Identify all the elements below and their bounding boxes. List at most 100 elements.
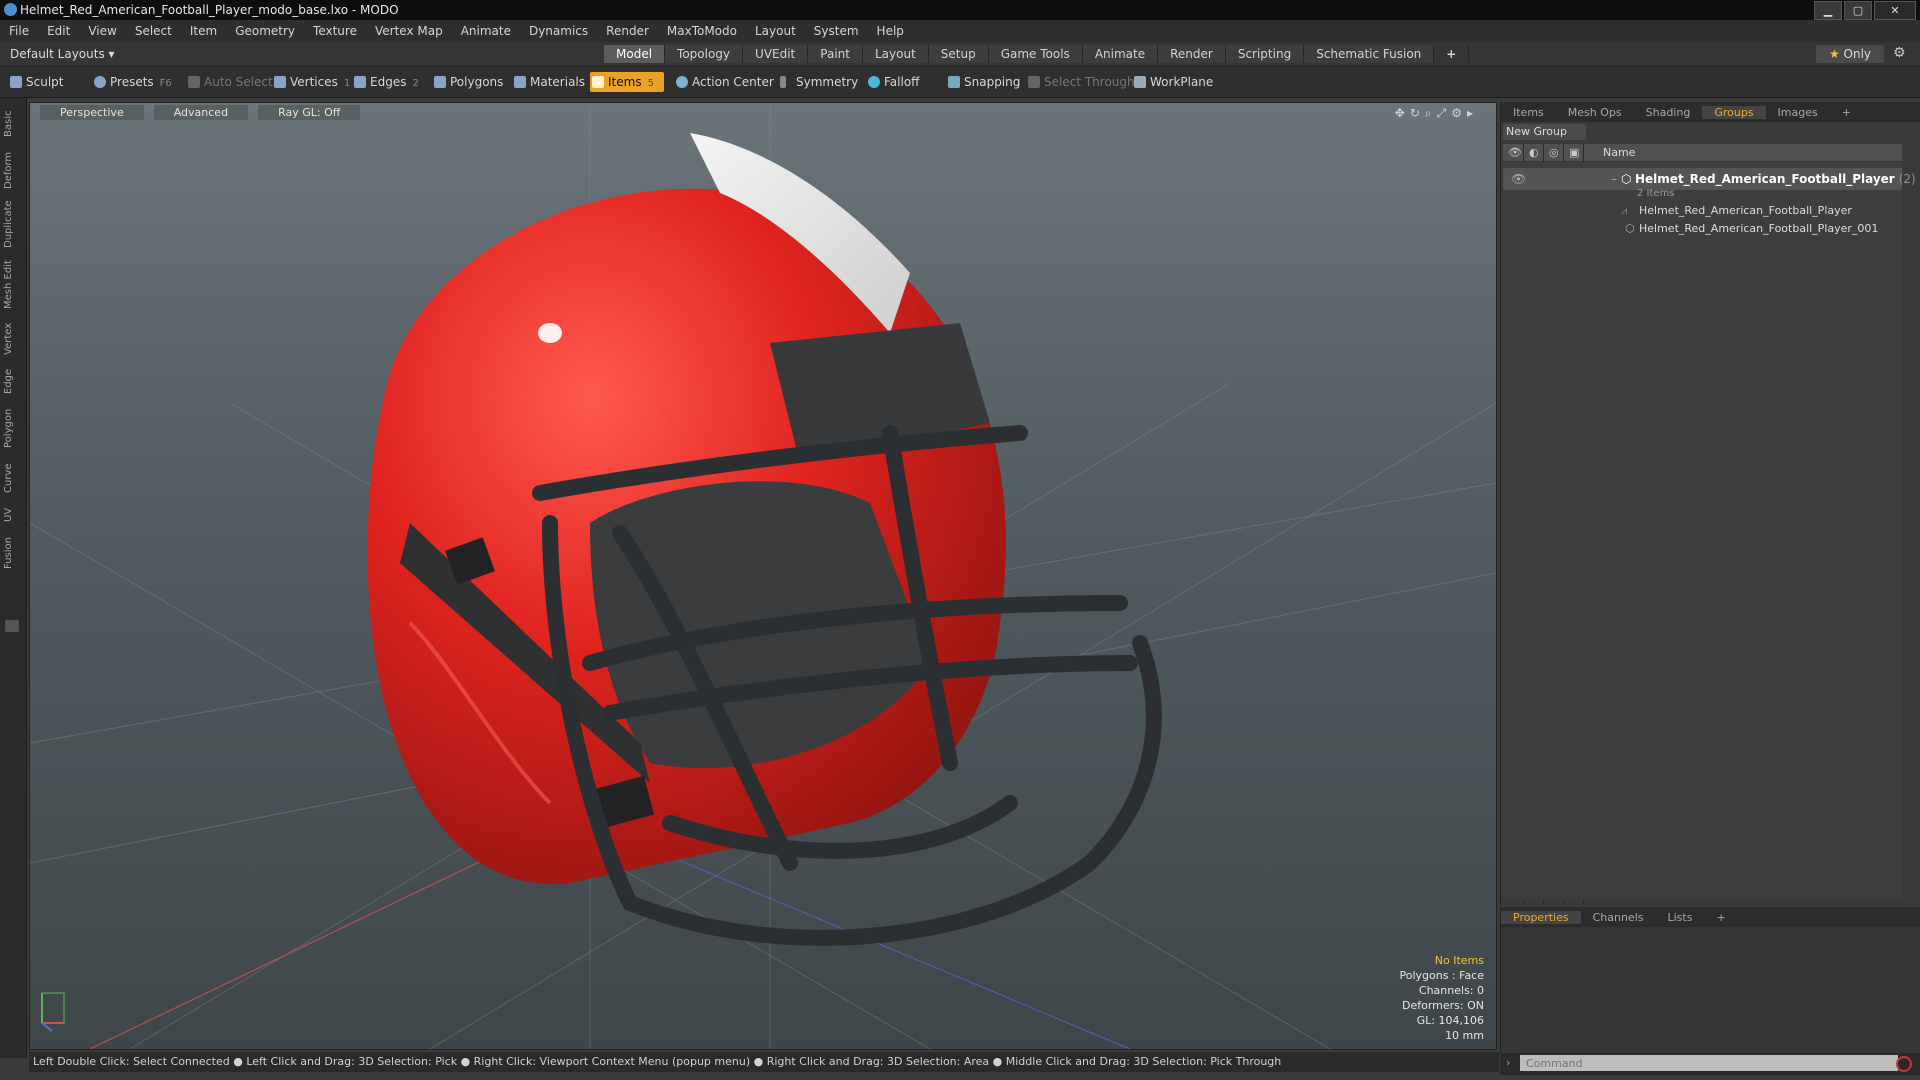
menu-item[interactable]: Item (181, 24, 226, 38)
default-layouts-dropdown[interactable]: Default Layouts ▾ (10, 47, 115, 61)
workplane-button[interactable]: WorkPlane (1132, 72, 1213, 92)
tab-lists[interactable]: Lists (1656, 911, 1705, 924)
menu-help[interactable]: Help (868, 24, 913, 38)
list-item[interactable]: ⬡ Helmet_Red_American_Football_Player_00… (1503, 220, 1902, 238)
tab-layout[interactable]: Layout (862, 45, 929, 63)
layout-tabs: Model Topology UVEdit Paint Layout Setup… (604, 45, 1470, 63)
tab-shading[interactable]: Shading (1634, 106, 1703, 119)
polygons-button[interactable]: Polygons (432, 72, 503, 92)
command-input[interactable] (1520, 1055, 1898, 1071)
lock-icon[interactable]: ◎ (1549, 146, 1559, 159)
menu-dynamics[interactable]: Dynamics (520, 24, 597, 38)
menu-system[interactable]: System (805, 24, 868, 38)
menu-geometry[interactable]: Geometry (226, 24, 304, 38)
group-row[interactable]: 👁 – ⬡ Helmet_Red_American_Football_Playe… (1503, 168, 1916, 190)
tab-render[interactable]: Render (1158, 45, 1226, 63)
materials-button[interactable]: Materials (512, 72, 585, 92)
only-button[interactable]: ★ Only (1816, 45, 1884, 63)
edges-button[interactable]: Edges 2 (352, 72, 419, 92)
presets-button[interactable]: Presets F6 (92, 72, 172, 92)
visibility-eye-icon[interactable]: 👁 (1508, 146, 1522, 159)
tab-paint[interactable]: Paint (808, 45, 863, 63)
tab-model[interactable]: Model (604, 45, 666, 63)
maximize-button[interactable]: ▢ (1844, 1, 1872, 20)
menu-animate[interactable]: Animate (452, 24, 520, 38)
falloff-button[interactable]: Falloff (866, 72, 919, 92)
vertices-button[interactable]: Vertices 1 (272, 72, 350, 92)
vtab-polygon[interactable]: Polygon (3, 402, 21, 454)
menu-texture[interactable]: Texture (304, 24, 366, 38)
tab-animate[interactable]: Animate (1082, 45, 1159, 63)
properties-panel: Properties Channels Lists + (1500, 907, 1920, 1053)
vtab-curve[interactable]: Curve (3, 458, 21, 498)
render-icon[interactable]: ◐ (1529, 146, 1539, 159)
vtab-deform[interactable]: Deform (3, 148, 21, 192)
select-icon[interactable]: ▣ (1569, 146, 1579, 159)
falloff-icon (868, 76, 880, 88)
tab-scripting[interactable]: Scripting (1225, 45, 1305, 63)
tab-groups[interactable]: Groups (1702, 105, 1766, 119)
list-item[interactable]: ⩘ Helmet_Red_American_Football_Player (1503, 202, 1902, 220)
menu-render[interactable]: Render (597, 24, 658, 38)
action-center-button[interactable]: Action Center (674, 72, 774, 92)
eye-toggle-icon[interactable]: 👁 (1511, 168, 1526, 190)
tab-schematic-fusion[interactable]: Schematic Fusion (1304, 45, 1435, 63)
view-perspective-button[interactable]: Perspective (40, 105, 144, 120)
layout-bar: Default Layouts ▾ Model Topology UVEdit … (0, 42, 1920, 67)
info-no-items: No Items (1434, 954, 1484, 967)
auto-select-button[interactable]: Auto Select (186, 72, 273, 92)
shading-advanced-button[interactable]: Advanced (153, 105, 249, 120)
tab-properties[interactable]: Properties (1501, 910, 1581, 924)
menu-file[interactable]: File (0, 24, 38, 38)
tab-channels[interactable]: Channels (1581, 911, 1656, 924)
stop-icon[interactable] (1896, 1056, 1912, 1072)
vtab-fusion[interactable]: Fusion (3, 532, 21, 574)
symmetry-button[interactable]: Symmetry (778, 72, 858, 92)
new-group-button[interactable]: New Group (1503, 124, 1586, 140)
menu-layout[interactable]: Layout (746, 24, 805, 38)
tab-setup[interactable]: Setup (928, 45, 989, 63)
add-tab-button[interactable]: + (1434, 45, 1470, 63)
snapping-button[interactable]: Snapping (946, 72, 1020, 92)
action-center-icon (676, 76, 688, 88)
viewport-scene (30, 103, 1496, 1049)
tab-game-tools[interactable]: Game Tools (988, 45, 1083, 63)
workplane-icon (1134, 76, 1146, 88)
viewport-nav-icons[interactable]: ✥↻⌕⤢⚙▸ (1395, 106, 1478, 121)
materials-icon (514, 76, 526, 88)
menu-maxtomodo[interactable]: MaxToModo (658, 24, 746, 38)
menu-vertex-map[interactable]: Vertex Map (366, 24, 452, 38)
column-name[interactable]: Name (1603, 146, 1635, 159)
properties-tabs: Properties Channels Lists + (1501, 907, 1920, 927)
tab-images[interactable]: Images (1766, 106, 1830, 119)
vtab-mesh-edit[interactable]: Mesh Edit (3, 256, 21, 314)
menu-edit[interactable]: Edit (38, 24, 79, 38)
group-icon: ⬡ (1621, 172, 1632, 186)
sculpt-button[interactable]: Sculpt (8, 72, 63, 92)
vtab-uv[interactable]: UV (3, 502, 21, 528)
collapse-icon[interactable]: – (1611, 168, 1617, 190)
gear-icon[interactable]: ⚙ (1893, 45, 1906, 61)
add-panel-tab-button[interactable]: + (1830, 106, 1863, 119)
select-through-button[interactable]: Select Through (1026, 72, 1135, 92)
minimize-button[interactable]: ▁ (1814, 1, 1842, 20)
group-count: (2) (1898, 172, 1916, 186)
menu-view[interactable]: View (79, 24, 125, 38)
tab-topology[interactable]: Topology (665, 45, 744, 63)
brush-icon (10, 76, 22, 88)
strip-toggle-button[interactable] (5, 620, 19, 632)
vtab-vertex[interactable]: Vertex (3, 318, 21, 360)
tab-uvedit[interactable]: UVEdit (743, 45, 809, 63)
raygl-toggle[interactable]: Ray GL: Off (258, 105, 361, 120)
tab-items[interactable]: Items (1501, 106, 1556, 119)
3d-viewport[interactable]: Perspective Advanced Ray GL: Off ✥↻⌕⤢⚙▸ … (29, 102, 1497, 1050)
group-list: 👁 – ⬡ Helmet_Red_American_Football_Playe… (1503, 162, 1916, 899)
vtab-edge[interactable]: Edge (3, 364, 21, 398)
menu-select[interactable]: Select (126, 24, 181, 38)
add-properties-tab-button[interactable]: + (1704, 911, 1737, 924)
vtab-basic[interactable]: Basic (3, 104, 21, 144)
items-button[interactable]: Items 5 (590, 72, 664, 92)
vtab-duplicate[interactable]: Duplicate (3, 196, 21, 252)
close-button[interactable]: ✕ (1874, 1, 1916, 20)
tab-mesh-ops[interactable]: Mesh Ops (1556, 106, 1634, 119)
